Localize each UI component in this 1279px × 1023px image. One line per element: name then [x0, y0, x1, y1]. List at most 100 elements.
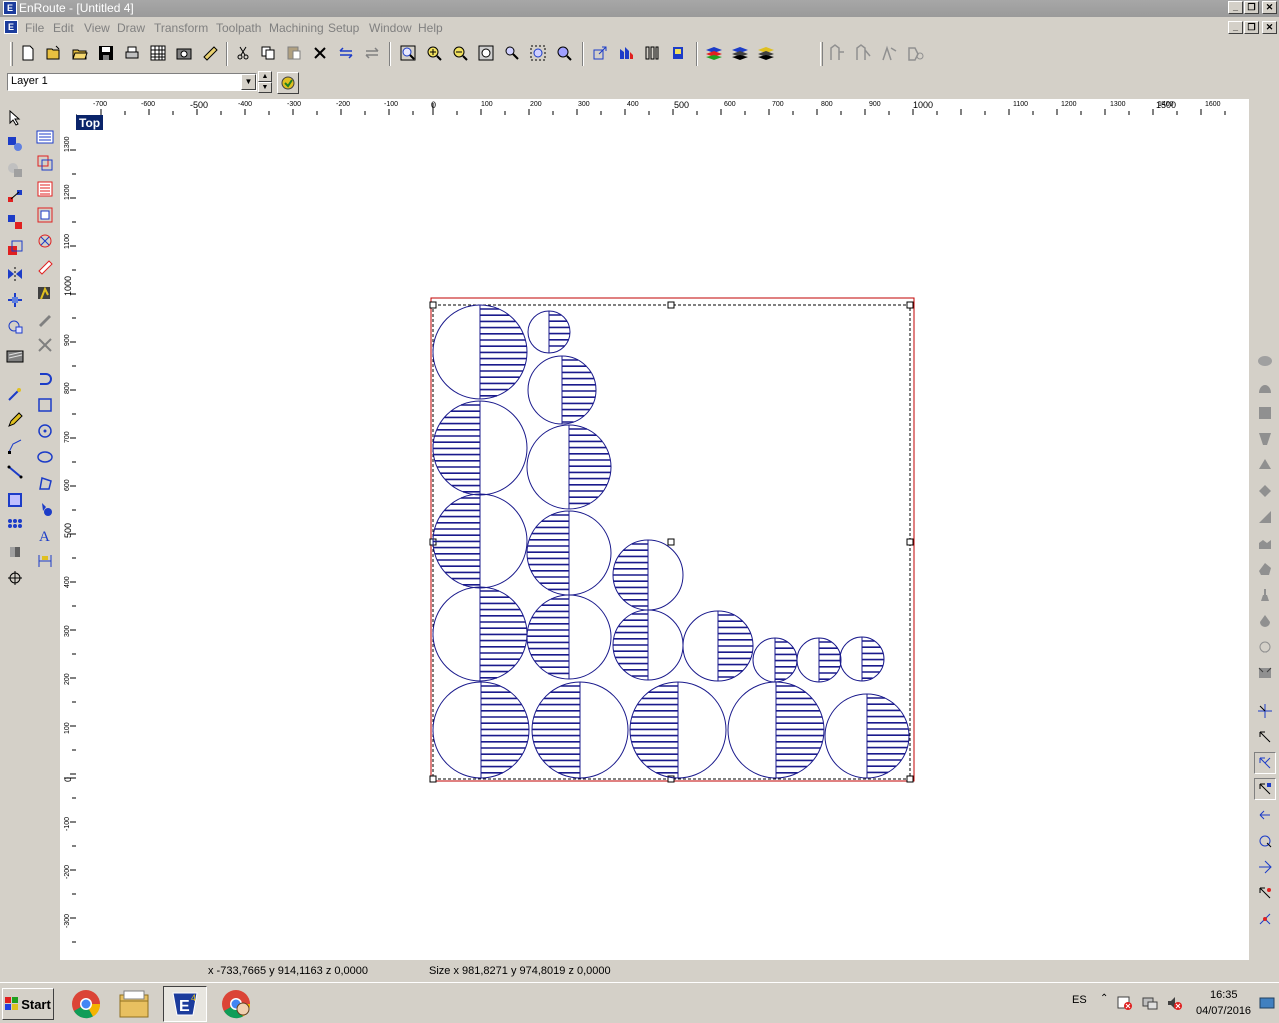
point-edit-icon[interactable]	[4, 383, 26, 405]
grid-icon[interactable]	[147, 42, 169, 64]
hatch-lines[interactable]	[433, 404, 480, 493]
selection-handle[interactable]	[667, 301, 675, 309]
network-icon[interactable]	[1142, 995, 1158, 1011]
hatch-lines[interactable]	[562, 359, 596, 423]
chrome-icon[interactable]	[64, 986, 108, 1022]
selection-handle[interactable]	[906, 301, 914, 309]
offset-icon[interactable]	[4, 315, 26, 337]
menu-machining[interactable]: Machining	[269, 21, 324, 35]
layer-spinner[interactable]: ▲ ▼	[258, 71, 272, 93]
language-indicator[interactable]: ES	[1072, 994, 1087, 1006]
bulb-icon[interactable]	[1254, 636, 1276, 658]
selection-handle[interactable]	[906, 538, 914, 546]
fill-icon[interactable]	[4, 541, 26, 563]
layer-properties-icon[interactable]	[277, 72, 299, 94]
doc-restore-button[interactable]: ❐	[1244, 21, 1259, 34]
ellipse-tool-icon[interactable]	[34, 446, 56, 468]
toolpath-a-icon[interactable]	[826, 42, 848, 64]
delete-icon[interactable]	[309, 42, 331, 64]
hatch-lines[interactable]	[532, 685, 580, 774]
hatch-lines[interactable]	[480, 590, 527, 679]
app-icon[interactable]: E	[3, 1, 17, 15]
volume-icon[interactable]	[1166, 995, 1182, 1011]
menu-transform[interactable]: Transform	[154, 21, 208, 35]
origin-icon[interactable]	[4, 567, 26, 589]
plate-icon[interactable]	[4, 345, 26, 367]
menu-help[interactable]: Help	[418, 21, 443, 35]
show-desktop-icon[interactable]	[1259, 995, 1275, 1011]
path-tool-9-icon[interactable]	[1254, 908, 1276, 930]
tray-expand-icon[interactable]: ⌃	[1100, 993, 1108, 1004]
open-icon[interactable]	[43, 42, 65, 64]
hatch-lines[interactable]	[527, 598, 569, 675]
new-icon[interactable]	[17, 42, 39, 64]
hatch-lines[interactable]	[527, 514, 569, 591]
path-tool-7-icon[interactable]	[1254, 856, 1276, 878]
node-edit-icon[interactable]	[4, 133, 26, 155]
doc-icon[interactable]: E	[4, 20, 18, 34]
vertical-ruler[interactable]: 1300 1200 1100 1000 900 800 700 600 500 …	[60, 114, 77, 960]
doc-minimize-button[interactable]: _	[1228, 21, 1243, 34]
spin-up-icon[interactable]: ▲	[258, 71, 272, 82]
hatch-lines[interactable]	[867, 697, 909, 774]
wave-icon[interactable]	[1254, 532, 1276, 554]
zoom-out-icon[interactable]	[449, 42, 471, 64]
sweep-icon[interactable]	[1254, 428, 1276, 450]
surface-icon[interactable]	[1254, 350, 1276, 372]
import-icon[interactable]	[34, 282, 56, 304]
enroute-icon[interactable]: E4	[163, 986, 207, 1022]
zoom-all-icon[interactable]	[527, 42, 549, 64]
array-icon[interactable]	[4, 515, 26, 537]
hatch-lines[interactable]	[718, 614, 753, 678]
view-rotate-icon[interactable]	[589, 42, 611, 64]
toolpath-c-icon[interactable]	[878, 42, 900, 64]
pen-icon[interactable]	[4, 409, 26, 431]
text-box-icon[interactable]	[34, 126, 56, 148]
view-side-icon[interactable]	[641, 42, 663, 64]
select-arrow-icon[interactable]	[4, 107, 26, 129]
close-button[interactable]: ✕	[1262, 1, 1277, 14]
rotate-icon[interactable]	[4, 289, 26, 311]
ramp-icon[interactable]	[1254, 506, 1276, 528]
selection-handle[interactable]	[429, 301, 437, 309]
paste-icon[interactable]	[283, 42, 305, 64]
hatch-lines[interactable]	[481, 685, 529, 774]
path-tool-3-icon[interactable]	[1254, 752, 1276, 774]
minimize-button[interactable]: _	[1228, 1, 1243, 14]
drop-icon[interactable]	[1254, 610, 1276, 632]
polyline-icon[interactable]	[4, 435, 26, 457]
layers-stack-icon[interactable]	[729, 42, 751, 64]
hatch-icon[interactable]	[34, 178, 56, 200]
arc-icon[interactable]	[34, 368, 56, 390]
dimension-icon[interactable]	[34, 550, 56, 572]
path-tool-6-icon[interactable]	[1254, 830, 1276, 852]
text-tool-icon[interactable]: A	[34, 524, 56, 546]
toolpath-b-icon[interactable]	[852, 42, 874, 64]
path-tool-8-icon[interactable]	[1254, 882, 1276, 904]
doc-close-button[interactable]: ✕	[1262, 21, 1277, 34]
align-icon[interactable]	[4, 185, 26, 207]
print-icon[interactable]	[121, 42, 143, 64]
menu-setup[interactable]: Setup	[328, 21, 359, 35]
circle-tool-icon[interactable]	[34, 420, 56, 442]
horizontal-ruler[interactable]: -700 -600 -500 -400 -300 -200 -100 0 100…	[75, 99, 1249, 116]
shapes-gray-icon[interactable]	[4, 159, 26, 181]
prism-icon[interactable]	[1254, 454, 1276, 476]
knife-icon[interactable]	[34, 308, 56, 330]
start-button[interactable]: Start	[2, 988, 54, 1020]
open-folder-icon[interactable]	[69, 42, 91, 64]
selection-handle[interactable]	[667, 538, 675, 546]
path-tool-2-icon[interactable]	[1254, 726, 1276, 748]
chevron-down-icon[interactable]: ▼	[241, 74, 256, 90]
file-explorer-icon[interactable]	[112, 986, 156, 1022]
path-tool-1-icon[interactable]	[1254, 700, 1276, 722]
rect-tool-icon[interactable]	[34, 394, 56, 416]
clock-date[interactable]: 04/07/2016	[1196, 1005, 1251, 1017]
hatch-lines[interactable]	[613, 543, 648, 607]
mirror-icon[interactable]	[4, 263, 26, 285]
hatch-lines[interactable]	[549, 314, 570, 347]
layers-icon[interactable]	[703, 42, 725, 64]
ruler-icon[interactable]	[199, 42, 221, 64]
scale-icon[interactable]	[4, 237, 26, 259]
trim-icon[interactable]	[34, 334, 56, 356]
